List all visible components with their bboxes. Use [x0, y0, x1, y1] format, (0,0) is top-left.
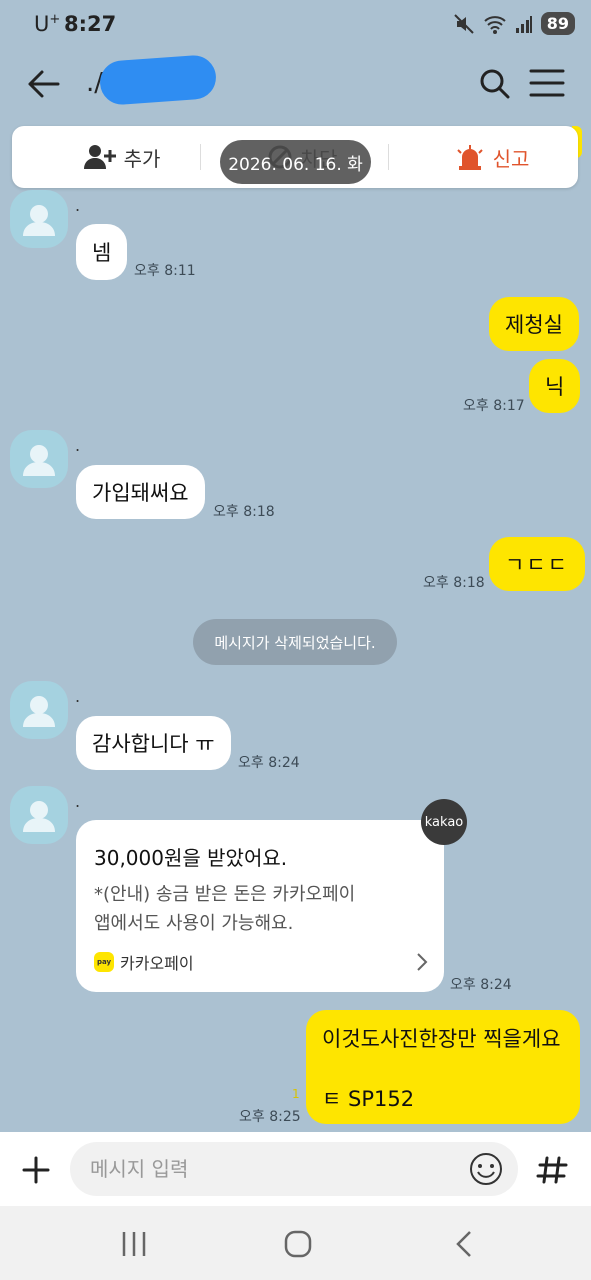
- transfer-notice: *(안내) 송금 받은 돈은 카카오페이 앱에서도 사용이 가능해요.: [94, 880, 424, 938]
- redaction-scribble: [98, 54, 218, 106]
- report-label: 신고: [492, 146, 530, 171]
- add-friend-button[interactable]: 추가: [52, 126, 192, 188]
- back-arrow-icon: [28, 70, 60, 98]
- back-nav-button[interactable]: [444, 1226, 488, 1262]
- carrier-label: U+: [34, 12, 61, 36]
- message-bubble[interactable]: ㄱㄷㄷ: [489, 537, 585, 591]
- emoji-icon: [470, 1153, 502, 1185]
- status-icons: 89: [453, 12, 575, 35]
- message-bubble[interactable]: 닉: [529, 359, 581, 413]
- system-nav-bar: [0, 1206, 591, 1280]
- chat-header: ./: [0, 52, 591, 114]
- avatar[interactable]: [10, 190, 68, 248]
- report-button[interactable]: 신고: [422, 126, 562, 188]
- message-line: 이것도사진한장만 찍을게요: [322, 1027, 561, 1051]
- unread-count: 1: [292, 1087, 300, 1101]
- person-icon: [23, 445, 55, 476]
- menu-icon: [529, 69, 565, 97]
- emoji-button[interactable]: [468, 1151, 504, 1187]
- avatar[interactable]: [10, 786, 68, 844]
- message-time: 오후 8:24: [450, 977, 512, 993]
- recent-apps-button[interactable]: [112, 1226, 156, 1262]
- message-time: 오후 8:11: [134, 263, 196, 279]
- message-bubble[interactable]: 넴: [76, 224, 128, 280]
- message-bubble[interactable]: 가입돼써요: [76, 465, 205, 519]
- back-icon: [456, 1231, 471, 1257]
- home-icon: [284, 1230, 312, 1258]
- sender-name: .: [75, 792, 81, 811]
- message-time: 오후 8:17: [463, 398, 525, 414]
- recent-apps-icon: [122, 1232, 146, 1256]
- avatar[interactable]: [10, 430, 68, 488]
- sender-name: .: [75, 436, 81, 455]
- message-bubble[interactable]: 제청실: [489, 297, 579, 351]
- message-input[interactable]: [70, 1142, 518, 1196]
- kakaopay-icon: pay: [94, 952, 114, 972]
- person-icon: [23, 205, 55, 236]
- plus-icon: [22, 1156, 50, 1184]
- message-input-bar: [0, 1132, 591, 1206]
- message-bubble[interactable]: 이것도사진한장만 찍을게요 ㅌ SP152: [306, 1010, 580, 1124]
- message-time: 오후 8:24: [238, 755, 300, 771]
- action-divider: [200, 144, 201, 170]
- person-icon: [23, 801, 55, 832]
- message-time: 오후 8:25: [239, 1109, 301, 1125]
- signal-icon: [515, 15, 532, 33]
- menu-button[interactable]: [529, 68, 565, 98]
- back-button[interactable]: [24, 66, 64, 102]
- search-button[interactable]: [477, 66, 513, 102]
- deleted-message-notice: 메시지가 삭제되었습니다.: [193, 619, 397, 665]
- kakao-badge: kakao: [421, 799, 467, 845]
- message-time: 오후 8:18: [213, 504, 275, 520]
- action-divider: [388, 144, 389, 170]
- status-bar: U+ 8:27 89: [0, 0, 591, 52]
- add-friend-icon: [83, 145, 116, 169]
- person-icon: [23, 696, 55, 727]
- sender-name: .: [75, 196, 81, 215]
- status-time: 8:27: [64, 12, 117, 36]
- hash-icon: [536, 1156, 568, 1184]
- search-icon: [480, 69, 510, 99]
- avatar[interactable]: [10, 681, 68, 739]
- transfer-notice-line: *(안내) 송금 받은 돈은 카카오페이: [94, 884, 356, 905]
- transfer-amount-title: 30,000원을 받았어요.: [94, 846, 288, 870]
- message-bubble[interactable]: 감사합니다 ㅠ: [76, 716, 231, 770]
- transfer-notice-line: 앱에서도 사용이 가능해요.: [94, 913, 294, 934]
- kakaopay-label: 카카오페이: [120, 954, 194, 973]
- siren-icon: [456, 145, 483, 170]
- message-time: 오후 8:18: [423, 575, 485, 591]
- battery-level: 89: [540, 12, 575, 35]
- mute-icon: [454, 13, 474, 34]
- date-divider: 2026. 06. 16. 화: [220, 140, 371, 184]
- message-line: ㅌ SP152: [322, 1087, 415, 1111]
- chevron-right-icon: [417, 953, 428, 971]
- kakaopay-transfer-card[interactable]: 30,000원을 받았어요. *(안내) 송금 받은 돈은 카카오페이 앱에서도…: [76, 820, 444, 992]
- kakaopay-brand: pay 카카오페이: [94, 950, 194, 974]
- attach-button[interactable]: [16, 1150, 56, 1190]
- add-friend-label: 추가: [123, 146, 161, 171]
- sender-name: .: [75, 687, 81, 706]
- wifi-icon: [484, 15, 506, 34]
- home-button[interactable]: [276, 1226, 320, 1262]
- hashtag-button[interactable]: [532, 1150, 572, 1190]
